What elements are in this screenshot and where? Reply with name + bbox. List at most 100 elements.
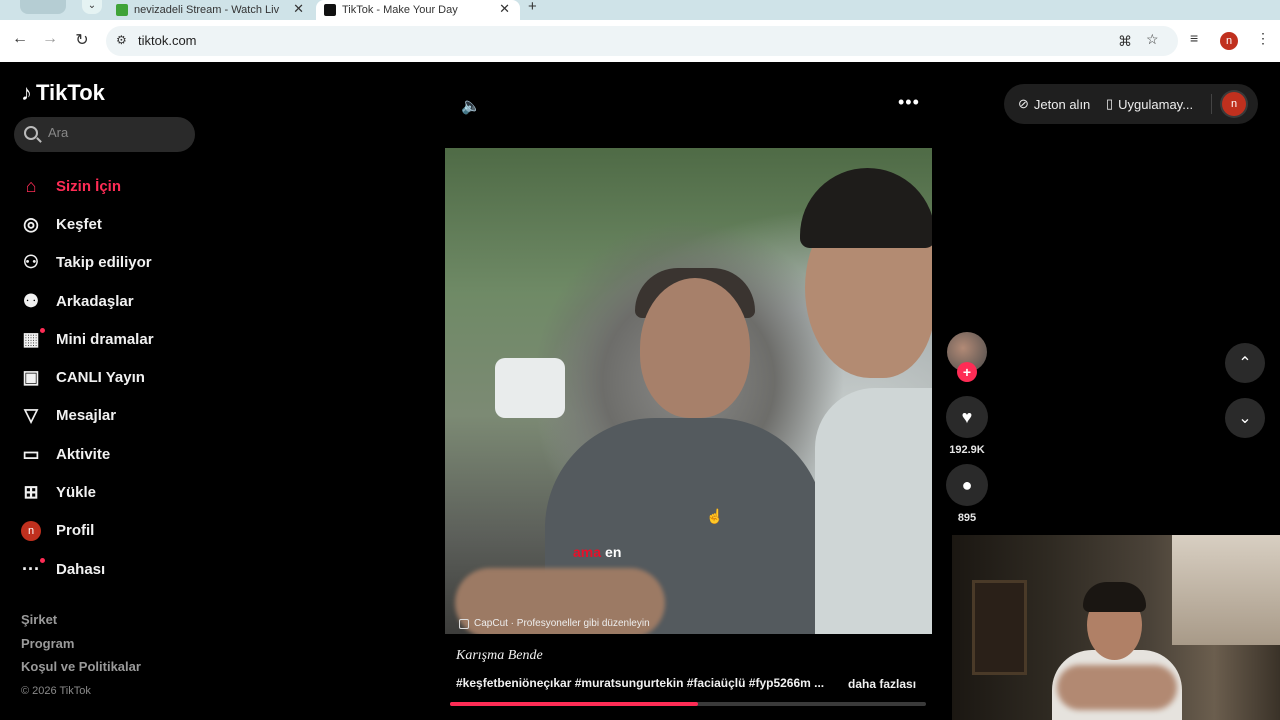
video-subtitle: ama en bbox=[573, 544, 621, 560]
activity-icon: ▭ bbox=[22, 443, 40, 464]
video-hashtags[interactable]: #keşfetbeniöneçıkar #muratsungurtekin #f… bbox=[456, 676, 824, 690]
show-more-link[interactable]: daha fazlası bbox=[848, 677, 916, 691]
new-tab-button[interactable]: + bbox=[528, 0, 537, 15]
sidebar-item-friends[interactable]: ⚉ Arkadaşlar bbox=[20, 282, 200, 320]
get-app-button[interactable]: ▯ Uygulamay... bbox=[1106, 96, 1193, 112]
volume-icon[interactable]: 🔈 bbox=[461, 96, 481, 116]
sidebar-item-for-you[interactable]: ⌂ Sizin İçin bbox=[20, 167, 200, 205]
heart-icon: ♥ bbox=[961, 406, 973, 427]
sidebar-item-following[interactable]: ⚇ Takip ediliyor bbox=[20, 244, 200, 282]
friends-icon: ⚉ bbox=[22, 290, 40, 311]
sidebar-nav: ⌂ Sizin İçin ◎ Keşfet ⚇ Takip ediliyor ⚉… bbox=[20, 167, 200, 588]
sidebar-item-messages[interactable]: ▽ Mesajlar bbox=[20, 397, 200, 435]
video-scene-person bbox=[640, 278, 750, 418]
sidebar-item-activity[interactable]: ▭ Aktivite bbox=[20, 435, 200, 473]
footer-link-program[interactable]: Program bbox=[21, 636, 141, 660]
footer-link-company[interactable]: Şirket bbox=[21, 612, 141, 636]
copyright: © 2026 TikTok bbox=[21, 684, 91, 697]
tab-groups-button[interactable] bbox=[20, 0, 66, 14]
tab-title: nevizadeli Stream - Watch Liv bbox=[134, 4, 280, 16]
sidebar-item-live[interactable]: ▣ CANLI Yayın bbox=[20, 358, 200, 396]
profile-avatar-icon: n bbox=[20, 520, 42, 542]
sidebar-item-explore[interactable]: ◎ Keşfet bbox=[20, 205, 200, 243]
reload-icon[interactable]: ↻ bbox=[72, 30, 92, 50]
sidebar-item-label: Sizin İçin bbox=[56, 177, 122, 195]
brand-name: TikTok bbox=[36, 80, 105, 105]
top-actions-pill: ⊘ Jeton alın ▯ Uygulamay... n bbox=[1004, 84, 1258, 124]
video-scene-person bbox=[815, 388, 932, 634]
upload-plus-icon: ⊞ bbox=[23, 482, 39, 503]
comment-bubble-icon: ● bbox=[961, 474, 973, 495]
sidebar-footer: Şirket Program Koşul ve Politikalar © 20… bbox=[21, 612, 141, 697]
sidebar-item-label: Aktivite bbox=[56, 445, 111, 463]
tiktok-note-icon: ♪ bbox=[21, 80, 32, 105]
notification-dot bbox=[40, 328, 45, 334]
sidebar-item-upload[interactable]: ⊞ Yükle bbox=[20, 473, 200, 511]
webcam-overlay bbox=[952, 535, 1280, 720]
back-icon[interactable]: ← bbox=[10, 30, 30, 48]
previous-video-button[interactable]: ⌃ bbox=[1225, 343, 1265, 383]
webcam-scene-window bbox=[1172, 535, 1280, 645]
like-button[interactable]: ♥ bbox=[946, 396, 988, 438]
subtitle-word: en bbox=[605, 544, 622, 560]
follow-plus-button[interactable]: + bbox=[957, 362, 977, 382]
capcut-label: CapCut · Profesyoneller gibi düzenleyin bbox=[474, 618, 650, 629]
forward-icon[interactable]: → bbox=[40, 30, 60, 48]
chevron-up-icon: ⌃ bbox=[1238, 355, 1252, 372]
sidebar-item-label: Mini dramalar bbox=[56, 330, 154, 348]
compass-icon: ◎ bbox=[23, 213, 39, 234]
sidebar-item-more[interactable]: ··· Dahası bbox=[20, 550, 200, 588]
browser-menu-icon[interactable]: ⋮ bbox=[1256, 30, 1270, 47]
chevron-down-icon: ⌄ bbox=[1238, 410, 1252, 427]
mouse-cursor-icon: ☝ bbox=[706, 508, 724, 524]
sidebar-item-label: Dahası bbox=[56, 560, 106, 578]
next-video-button[interactable]: ⌄ bbox=[1225, 398, 1265, 438]
get-app-label: Uygulamay... bbox=[1118, 96, 1194, 112]
phone-icon: ▯ bbox=[1106, 96, 1114, 111]
video-scene-person bbox=[800, 168, 932, 248]
subtitle-word: ama bbox=[573, 544, 602, 560]
browser-tab-tiktok[interactable]: TikTok - Make Your Day ✕ bbox=[316, 0, 520, 20]
like-count: 192.9K bbox=[949, 444, 985, 456]
address-bar[interactable]: ⚙ tiktok.com ⌘ ☆ bbox=[106, 26, 1178, 56]
tiktok-logo[interactable]: ♪ TikTok bbox=[21, 80, 105, 106]
sidebar-item-profile[interactable]: n Profil bbox=[20, 512, 200, 550]
avatar: n bbox=[21, 520, 41, 541]
sidebar-item-label: Takip ediliyor bbox=[56, 254, 152, 272]
translate-icon[interactable]: ⌘ bbox=[1118, 33, 1132, 50]
send-icon: ▽ bbox=[24, 405, 38, 426]
tab-search-button[interactable]: ⌄ bbox=[82, 0, 102, 14]
video-player[interactable]: ama en CapCut · Profesyoneller gibi düzen… bbox=[445, 148, 932, 634]
browser-profile-avatar[interactable]: n bbox=[1220, 32, 1238, 50]
more-options-icon[interactable]: ••• bbox=[898, 92, 920, 113]
home-icon: ⌂ bbox=[25, 175, 37, 196]
close-tab-icon[interactable]: ✕ bbox=[499, 1, 510, 17]
bookmark-star-icon[interactable]: ☆ bbox=[1146, 31, 1159, 48]
footer-link-terms[interactable]: Koşul ve Politikalar bbox=[21, 659, 141, 683]
video-progress-fill bbox=[450, 702, 698, 706]
close-tab-icon[interactable]: ✕ bbox=[293, 1, 304, 17]
webcam-scene-person bbox=[1083, 582, 1146, 612]
sidebar-item-label: Keşfet bbox=[56, 215, 102, 233]
notification-dot bbox=[40, 557, 45, 563]
comment-button[interactable]: ● bbox=[946, 464, 988, 506]
search-input[interactable] bbox=[48, 125, 188, 140]
search-box[interactable] bbox=[14, 117, 195, 152]
url-text[interactable]: tiktok.com bbox=[138, 33, 197, 48]
video-progress-bar[interactable] bbox=[450, 702, 926, 706]
avatar[interactable]: n bbox=[1222, 92, 1246, 116]
browser-tab-stream[interactable]: nevizadeli Stream - Watch Liv ✕ bbox=[108, 0, 314, 20]
search-icon bbox=[24, 126, 38, 140]
reading-list-icon[interactable]: ≡ bbox=[1190, 30, 1198, 46]
video-title: Karışma Bende bbox=[456, 648, 543, 663]
capcut-link[interactable]: CapCut · Profesyoneller gibi düzenleyin bbox=[459, 618, 650, 629]
get-coins-button[interactable]: ⊘ Jeton alın bbox=[1018, 96, 1090, 112]
browser-tab-bar: ⌄ nevizadeli Stream - Watch Liv ✕ TikTok… bbox=[0, 0, 1280, 20]
comment-count: 895 bbox=[957, 512, 977, 524]
sidebar-item-mini-dramas[interactable]: ▦ Mini dramalar bbox=[20, 320, 200, 358]
film-icon: ▦ bbox=[22, 328, 40, 349]
sidebar-item-label: Profil bbox=[56, 522, 95, 540]
more-dots-icon: ··· bbox=[22, 558, 40, 579]
get-coins-label: Jeton alın bbox=[1033, 96, 1091, 112]
site-settings-icon[interactable]: ⚙ bbox=[116, 33, 127, 47]
